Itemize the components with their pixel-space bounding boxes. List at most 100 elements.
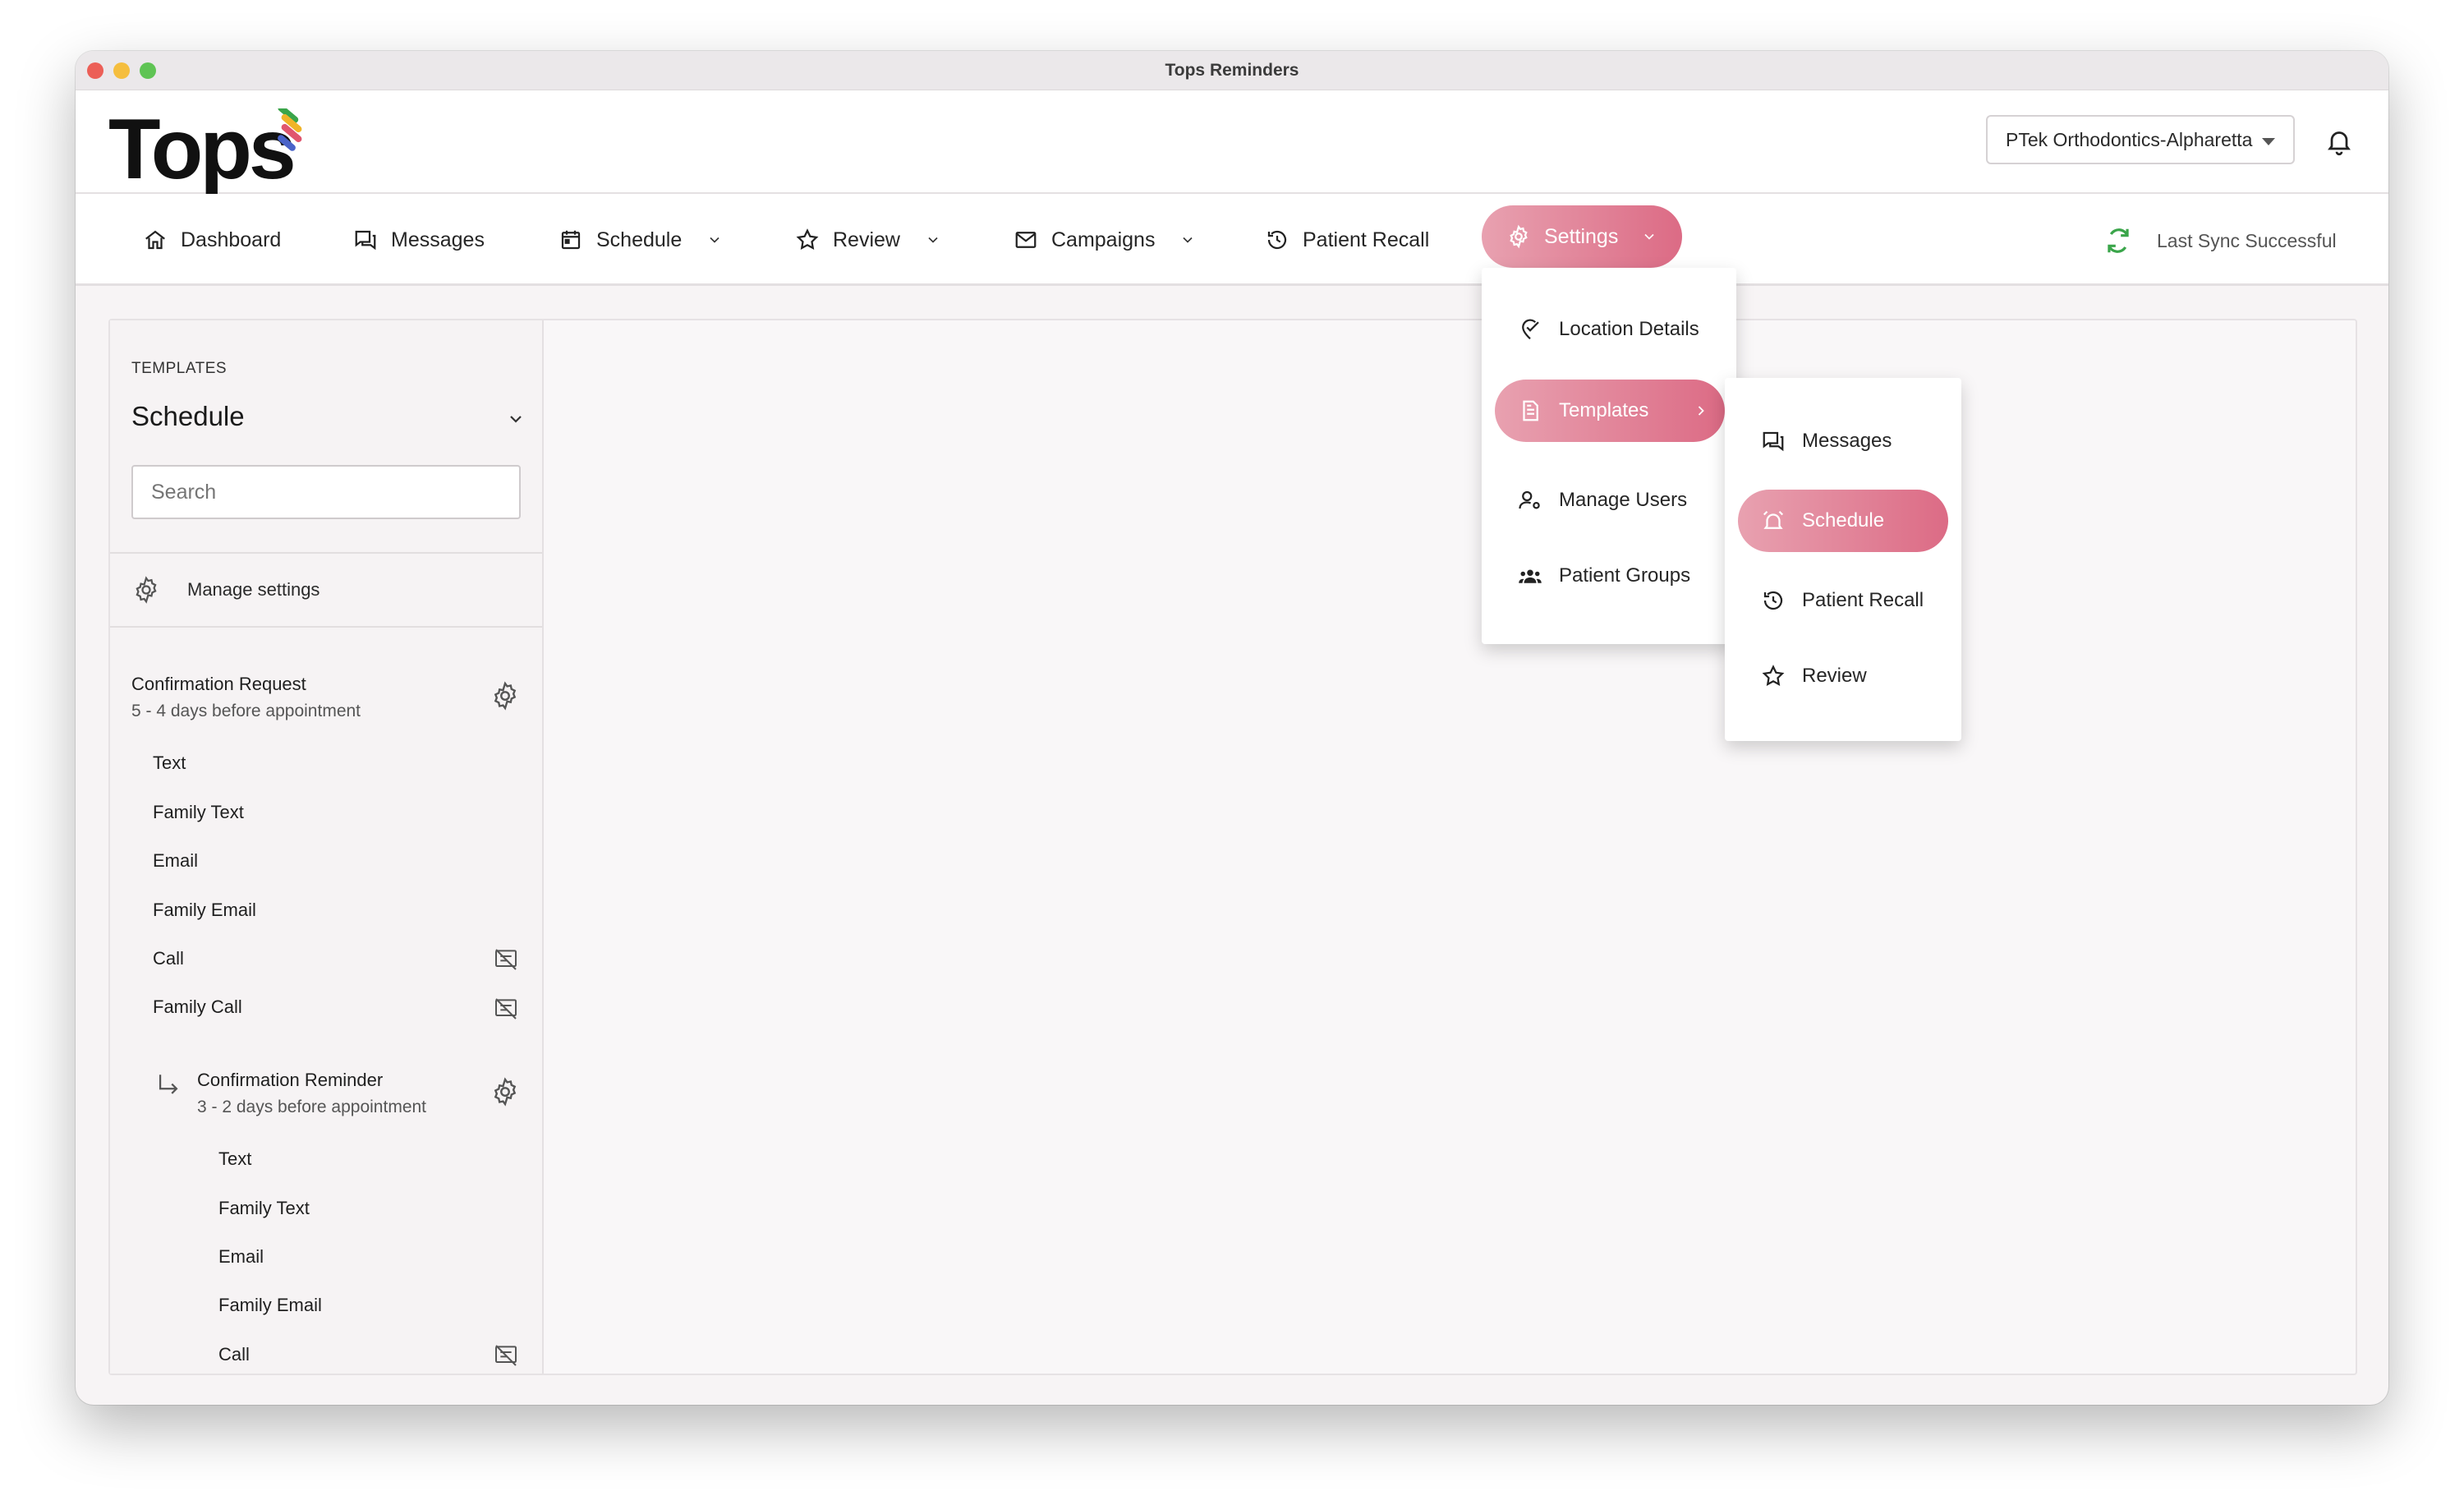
templates-section-label: TEMPLATES <box>131 360 228 377</box>
location-select[interactable]: PTek Orthodontics-Alpharetta <box>1986 115 2295 164</box>
nav-review[interactable]: Review <box>795 222 941 258</box>
calendar-icon <box>561 230 581 250</box>
template-subtitle: 3 - 2 days before appointment <box>197 1098 427 1116</box>
nav-review-label: Review <box>833 228 900 251</box>
nav-dashboard[interactable]: Dashboard <box>143 222 281 258</box>
menu-item-templates[interactable]: Templates <box>1495 380 1725 442</box>
chevron-down-icon <box>928 237 938 243</box>
template-channel-item[interactable]: Family Email <box>218 1295 322 1316</box>
sync-icon <box>2108 228 2129 253</box>
nav-settings[interactable]: Settings <box>1482 205 1682 268</box>
location-check-icon <box>1522 319 1539 340</box>
menu-item-label: Location Details <box>1559 318 1699 340</box>
chevron-down-icon <box>1644 233 1654 240</box>
submenu-item-label: Messages <box>1802 430 1892 452</box>
template-subtitle: 5 - 4 days before appointment <box>131 702 361 720</box>
main-nav: Dashboard Messages Schedule Review Campa… <box>76 194 2388 286</box>
chevron-down-icon <box>710 237 719 243</box>
template-channel-item[interactable]: Family Text <box>218 1198 310 1219</box>
logo-mark-icon <box>278 108 302 151</box>
zoom-window-button[interactable] <box>140 62 156 79</box>
sync-status-label: Last Sync Successful <box>2157 229 2337 251</box>
template-channel-item[interactable]: Family Text <box>153 802 244 823</box>
template-channel-item[interactable]: Email <box>153 850 198 872</box>
logo-text: Tops <box>108 102 297 197</box>
location-select-value: PTek Orthodontics-Alpharetta <box>2006 128 2253 150</box>
nav-patient-recall[interactable]: Patient Recall <box>1265 222 1429 258</box>
disabled-message-icon <box>495 998 517 1019</box>
caret-down-icon <box>2262 138 2275 145</box>
app-window: Tops Reminders Tops PTek Orthodontics-Al… <box>76 51 2388 1405</box>
menu-item-label: Templates <box>1559 399 1649 421</box>
nav-messages[interactable]: Messages <box>353 222 485 258</box>
divider <box>110 626 542 628</box>
nav-campaigns-label: Campaigns <box>1051 228 1156 251</box>
template-type-select[interactable]: Schedule <box>131 401 526 432</box>
star-icon <box>796 228 819 250</box>
submenu-item-label: Schedule <box>1802 509 1885 532</box>
chevron-down-icon <box>1183 237 1193 243</box>
templates-submenu: Messages Schedule Patient Recall Review <box>1725 378 1961 741</box>
messages-icon <box>355 230 376 251</box>
menu-item-manage-users[interactable]: Manage Users <box>1518 488 1687 513</box>
gear-icon[interactable] <box>490 680 521 711</box>
manage-settings-link[interactable]: Manage settings <box>131 575 319 605</box>
template-channel-item[interactable]: Call <box>218 1344 250 1365</box>
gear-icon <box>1510 224 1528 249</box>
tops-logo: Tops <box>108 107 302 192</box>
bell-icon[interactable] <box>2324 125 2354 158</box>
menu-item-location-details[interactable]: Location Details <box>1518 317 1699 342</box>
history-icon <box>1267 230 1287 250</box>
template-channel-item[interactable]: Email <box>218 1246 264 1268</box>
window-controls <box>87 62 156 79</box>
home-icon <box>145 230 165 250</box>
alarm-icon <box>1763 510 1784 529</box>
template-title[interactable]: Confirmation Reminder <box>197 1070 383 1091</box>
nav-messages-label: Messages <box>391 228 485 251</box>
submenu-item-label: Review <box>1802 665 1867 687</box>
nav-settings-label: Settings <box>1544 224 1619 248</box>
template-title[interactable]: Confirmation Request <box>131 674 306 695</box>
template-channel-item[interactable]: Call <box>153 948 184 969</box>
manage-settings-label: Manage settings <box>187 579 320 600</box>
gear-icon[interactable] <box>490 1076 521 1107</box>
templates-sidebar: TEMPLATES Schedule Manage settings Confi… <box>110 320 544 1374</box>
chevron-right-icon <box>1699 406 1705 416</box>
star-icon <box>1762 665 1785 686</box>
nav-schedule-label: Schedule <box>596 228 683 251</box>
content-panel: TEMPLATES Schedule Manage settings Confi… <box>108 319 2357 1375</box>
settings-menu: Location Details Templates Manage Users … <box>1482 268 1736 644</box>
window-title: Tops Reminders <box>1165 60 1299 80</box>
user-settings-icon <box>1519 490 1540 509</box>
submenu-item-patient-recall[interactable]: Patient Recall <box>1761 588 1924 613</box>
sync-status[interactable]: Last Sync Successful <box>2103 225 2337 256</box>
minimize-window-button[interactable] <box>113 62 130 79</box>
submenu-item-schedule[interactable]: Schedule <box>1738 490 1948 552</box>
submenu-item-messages[interactable]: Messages <box>1761 429 1892 453</box>
divider <box>110 552 542 554</box>
nav-schedule[interactable]: Schedule <box>559 222 723 258</box>
title-bar: Tops Reminders <box>76 51 2388 90</box>
nav-campaigns[interactable]: Campaigns <box>1014 222 1196 258</box>
template-channel-item[interactable]: Family Email <box>153 900 256 921</box>
disabled-message-icon <box>495 949 517 970</box>
mail-icon <box>1015 232 1037 248</box>
template-type-value: Schedule <box>131 401 245 431</box>
app-header: Tops PTek Orthodontics-Alpharetta <box>76 90 2388 194</box>
nav-dashboard-label: Dashboard <box>181 228 282 251</box>
chevron-down-icon <box>510 416 522 423</box>
nav-patient-recall-label: Patient Recall <box>1303 228 1430 251</box>
messages-icon <box>1763 431 1784 452</box>
template-channel-item[interactable]: Text <box>218 1148 251 1170</box>
template-search-input[interactable] <box>131 465 521 519</box>
submenu-item-label: Patient Recall <box>1802 589 1924 611</box>
template-channel-item[interactable]: Family Call <box>153 996 242 1018</box>
gear-icon <box>136 576 157 604</box>
menu-item-patient-groups[interactable]: Patient Groups <box>1518 564 1690 588</box>
menu-item-label: Patient Groups <box>1559 564 1691 587</box>
close-window-button[interactable] <box>87 62 103 79</box>
disabled-message-icon <box>495 1345 517 1366</box>
template-channel-item[interactable]: Text <box>153 752 186 774</box>
submenu-item-review[interactable]: Review <box>1761 664 1867 688</box>
group-icon <box>1519 569 1542 583</box>
